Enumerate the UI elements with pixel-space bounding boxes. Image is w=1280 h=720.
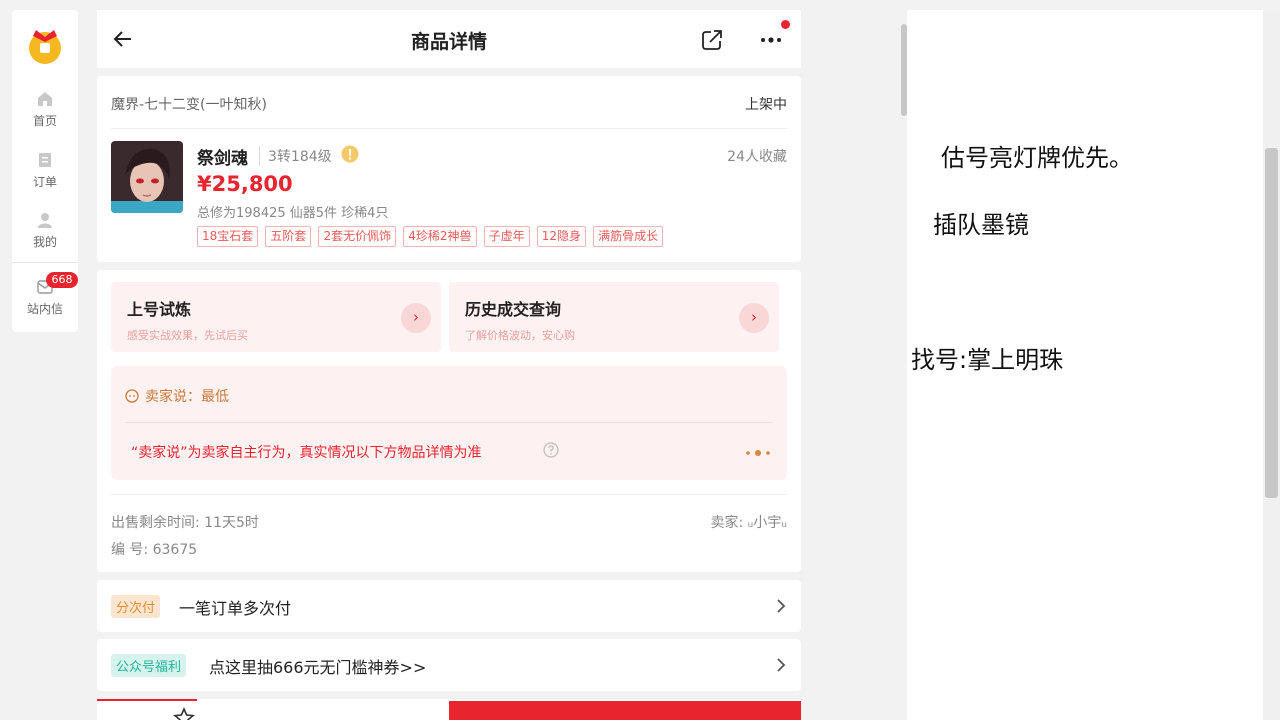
- share-icon[interactable]: [700, 28, 724, 52]
- price: ¥25,800: [197, 172, 293, 196]
- divider: [125, 422, 773, 423]
- history-promo-button[interactable]: 历史成交查询 了解价格波动，安心购 ›: [449, 282, 779, 352]
- seller-name: 卖家: ᵤ小宇ᵤ: [710, 515, 787, 531]
- status-label: 上架中: [745, 97, 787, 113]
- service-card: 上号试炼 感受实战效果，先试后买 › 历史成交查询 了解价格波动，安心购 › 卖…: [97, 270, 801, 572]
- chevron-right-icon: ›: [739, 303, 769, 333]
- feature-tag: 五阶套: [265, 226, 312, 247]
- note-text: 估号亮灯牌优先。: [941, 144, 1133, 172]
- coupon-text: 点这里抽666元无门槛神券>>: [209, 658, 427, 677]
- nav-item-messages[interactable]: 668 站内信: [12, 272, 78, 317]
- trial-promo-button[interactable]: 上号试炼 感受实战效果，先试后买 ›: [111, 282, 441, 352]
- promo-title: 上号试炼: [127, 300, 192, 319]
- role-info-card: 魔界-七十二变(一叶知秋) 上架中 祭剑魂 3转184级 24人收藏 ¥25,8…: [97, 76, 801, 262]
- left-nav: 首页 订单 我的 668 站内信: [12, 10, 78, 332]
- promo-subtitle: 了解价格波动，安心购: [465, 329, 575, 342]
- feature-tag: 子虚年: [483, 226, 530, 247]
- divider: [111, 494, 787, 495]
- server-name: 魔界-七十二变(一叶知秋): [111, 97, 267, 113]
- notes-area: 估号亮灯牌优先。 插队墨镜 找号:掌上明珠: [907, 10, 1263, 720]
- nav-item-orders[interactable]: 订单: [12, 151, 78, 190]
- seller-say-disclaimer: “卖家说”为卖家自主行为，真实情况以下方物品详情为准: [131, 445, 482, 461]
- help-icon[interactable]: [543, 442, 559, 458]
- buy-button[interactable]: [449, 701, 801, 720]
- role-name: 祭剑魂: [197, 149, 248, 169]
- nav-item-mine[interactable]: 我的: [12, 211, 78, 250]
- home-icon: [38, 92, 52, 106]
- note-text: 插队墨镜: [933, 211, 1029, 239]
- window-scrollbar[interactable]: [1265, 148, 1278, 498]
- active-tab-indicator: [97, 699, 197, 701]
- chevron-right-icon: [777, 658, 786, 672]
- role-level: 3转184级: [259, 146, 332, 166]
- nav-label-mine: 我的: [32, 235, 57, 249]
- chat-bubble-icon: [125, 389, 139, 403]
- app-logo-icon[interactable]: [24, 24, 66, 66]
- installment-text: 一笔订单多次付: [179, 599, 292, 618]
- feature-tag: 12隐身: [536, 226, 586, 247]
- installment-tag: 分次付: [111, 595, 161, 618]
- nav-label-orders: 订单: [32, 175, 57, 189]
- divider: [111, 128, 787, 129]
- note-text: 找号:掌上明珠: [911, 346, 1064, 374]
- feature-tag: 2套无价佩饰: [318, 226, 397, 247]
- chevron-right-icon: ›: [401, 303, 431, 333]
- nav-label-home: 首页: [32, 114, 57, 128]
- role-stats: 总修为198425 仙器5件 珍稀4只: [197, 206, 389, 221]
- more-icon[interactable]: [757, 28, 785, 52]
- seller-say-header: 卖家说：最低: [125, 386, 229, 406]
- seller-say-box: 卖家说：最低 “卖家说”为卖家自主行为，真实情况以下方物品详情为准: [111, 366, 787, 480]
- nav-divider: [12, 262, 78, 263]
- coupon-row[interactable]: 公众号福利 点这里抽666元无门槛神券>>: [97, 639, 801, 691]
- coupon-tag: 公众号福利: [111, 654, 187, 677]
- order-icon: [39, 153, 51, 167]
- page-title: 商品详情: [410, 31, 487, 53]
- message-badge: 668: [46, 272, 78, 288]
- role-avatar[interactable]: [111, 141, 183, 213]
- feature-tag: 4珍稀2神兽: [403, 226, 477, 247]
- notification-dot: [781, 20, 790, 29]
- chevron-right-icon: [777, 599, 786, 613]
- nav-item-home[interactable]: 首页: [12, 90, 78, 129]
- product-detail-panel: 商品详情 魔界-七十二变(一叶知秋) 上架中 祭剑魂 3转184级 24人收藏 …: [97, 10, 801, 720]
- star-icon[interactable]: [173, 707, 195, 720]
- nav-label-messages: 站内信: [26, 302, 63, 316]
- tag-list: 18宝石套 五阶套 2套无价佩饰 4珍稀2神兽 子虚年 12隐身 满筋骨成长: [197, 225, 665, 247]
- promo-title: 历史成交查询: [465, 300, 562, 319]
- feature-tag: 满筋骨成长: [593, 226, 664, 247]
- warning-icon[interactable]: [341, 145, 359, 163]
- promo-subtitle: 感受实战效果，先试后买: [127, 329, 248, 342]
- feature-tag: 18宝石套: [197, 226, 259, 247]
- seller-say-text: 卖家说：最低: [145, 389, 229, 405]
- user-icon: [38, 213, 52, 228]
- sell-remaining-time: 出售剩余时间: 11天5时: [111, 515, 259, 531]
- favorites-count: 24人收藏: [727, 149, 787, 165]
- item-code: 编 号: 63675: [111, 542, 198, 558]
- header: 商品详情: [97, 10, 801, 68]
- bottom-action-bar: [97, 699, 801, 720]
- installment-row[interactable]: 分次付 一笔订单多次付: [97, 580, 801, 632]
- more-dots-icon[interactable]: [743, 448, 773, 458]
